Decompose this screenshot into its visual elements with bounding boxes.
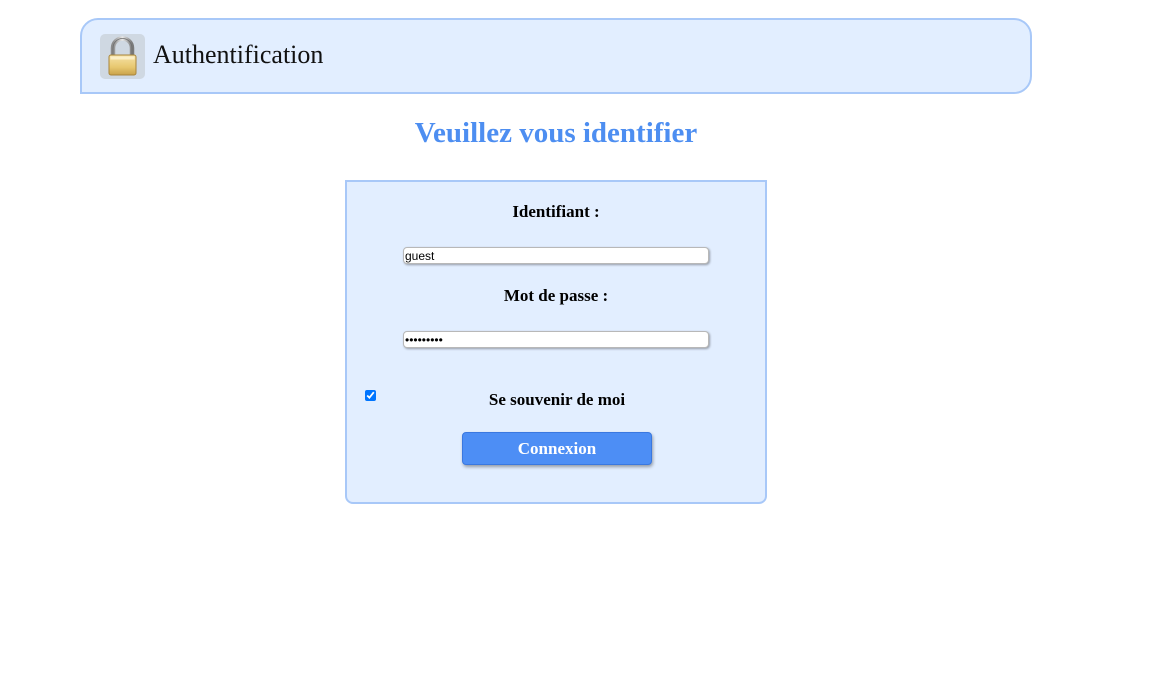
remember-me-checkbox[interactable]: [365, 390, 376, 401]
password-label: Mot de passe :: [503, 286, 609, 305]
header-banner: Authentification: [80, 18, 1032, 94]
username-label: Identifiant :: [512, 202, 600, 221]
username-input[interactable]: [403, 247, 709, 264]
header-title: Authentification: [153, 40, 324, 69]
page-title: Veuillez vous identifier: [414, 117, 698, 149]
password-input[interactable]: [403, 331, 709, 348]
remember-me-label: Se souvenir de moi: [488, 390, 626, 409]
connexion-button[interactable]: Connexion: [462, 432, 652, 465]
login-form: Identifiant : Mot de passe : Se souvenir…: [345, 180, 767, 504]
padlock-icon: [100, 34, 145, 79]
